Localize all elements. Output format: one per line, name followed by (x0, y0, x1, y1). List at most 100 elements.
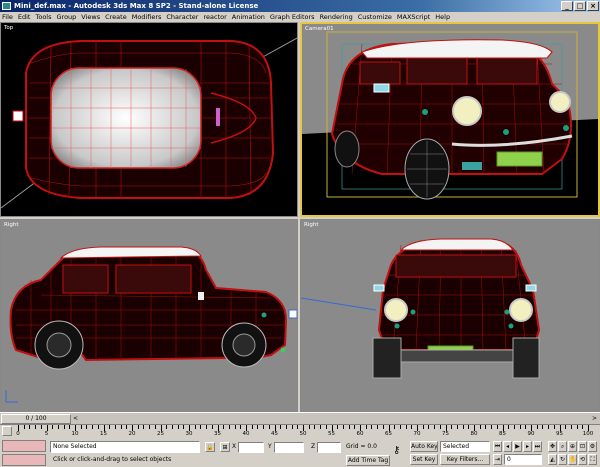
key-mode-toggle-icon[interactable]: ⇥ (493, 454, 502, 465)
x-coordinate-field[interactable] (238, 442, 264, 453)
close-button[interactable]: × (587, 1, 599, 11)
goto-end-icon[interactable]: ⏭ (533, 441, 542, 452)
menu-modifiers[interactable]: Modifiers (132, 12, 162, 22)
ruler-tick (29, 425, 31, 429)
viewport-right[interactable]: Right (0, 219, 298, 412)
zoom-all-icon[interactable]: ⊕ (568, 441, 577, 452)
ruler-tick (548, 425, 550, 429)
ruler-tick-label: 70 (413, 431, 421, 437)
maximize-button[interactable]: □ (574, 1, 586, 11)
pan-icon[interactable]: ✥ (548, 441, 557, 452)
menu-character[interactable]: Character (166, 12, 198, 22)
goto-start-icon[interactable]: ⏮ (493, 441, 502, 452)
current-frame-field[interactable]: 0 (504, 454, 542, 465)
ruler-tick (462, 425, 464, 429)
ruler-tick (536, 425, 538, 429)
menu-group[interactable]: Group (57, 12, 77, 22)
time-slider[interactable]: 0 / 100 < > (0, 412, 600, 424)
ruler-tick (228, 425, 230, 429)
orbit-icon[interactable]: ⟲ (578, 454, 587, 465)
ruler-tick (576, 425, 578, 429)
ruler-tick (92, 425, 94, 429)
viewport-label-right[interactable]: Right (4, 222, 18, 228)
ruler-tick (371, 425, 373, 429)
menu-file[interactable]: File (2, 12, 13, 22)
time-config-icon[interactable]: ⚙ (588, 441, 597, 452)
menu-create[interactable]: Create (105, 12, 127, 22)
ruler-tick-label: 80 (470, 431, 478, 437)
time-slider-prev[interactable]: < (73, 415, 78, 423)
viewport-label-top[interactable]: Top (4, 25, 13, 31)
menu-edit[interactable]: Edit (18, 12, 31, 22)
ruler-tick (542, 425, 544, 429)
viewport-top[interactable]: Top (0, 22, 298, 217)
maxscript-listener-mini-output[interactable] (2, 454, 46, 466)
prev-frame-icon[interactable]: ◂ (503, 441, 512, 452)
ruler-tick-label: 5 (44, 431, 49, 437)
ruler-tick-label: 55 (328, 431, 335, 437)
menu-graph-editors[interactable]: Graph Editors (270, 12, 315, 22)
y-coordinate-field[interactable] (274, 442, 304, 453)
ruler-tick (52, 425, 54, 429)
time-slider-thumb[interactable]: 0 / 100 (1, 414, 71, 424)
arc-rotate-icon[interactable]: ↻ (558, 454, 567, 465)
ruler-tick (280, 425, 282, 429)
set-key-button[interactable]: Set Key (410, 454, 438, 465)
y-label: Y (268, 443, 272, 450)
ruler-tick-label: 75 (442, 431, 449, 437)
time-slider-next[interactable]: > (592, 415, 597, 423)
auto-key-button[interactable]: Auto Key (410, 441, 438, 452)
ruler-tick (342, 425, 344, 429)
camera-view-car-wireframe (302, 31, 598, 215)
viewport-front[interactable]: Right (300, 219, 600, 412)
viewport-camera[interactable]: Camera01 (300, 22, 600, 217)
ruler-tick (428, 425, 430, 429)
truck-icon[interactable]: ✋ (568, 454, 577, 465)
z-coordinate-field[interactable] (317, 442, 341, 453)
ruler-tick (200, 425, 202, 429)
key-filters-button[interactable]: Key Filters... (440, 454, 490, 465)
ruler-tick (206, 425, 208, 429)
menu-tools[interactable]: Tools (35, 12, 51, 22)
play-icon[interactable]: ▶ (513, 441, 522, 452)
menu-maxscript[interactable]: MAXScript (397, 12, 430, 22)
ruler-tick (496, 425, 498, 429)
ruler-tick (348, 425, 350, 429)
menu-customize[interactable]: Customize (358, 12, 392, 22)
menu-views[interactable]: Views (81, 12, 100, 22)
zoom-icon[interactable]: ⌕ (558, 441, 567, 452)
field-of-view-icon[interactable]: ◭ (548, 454, 557, 465)
absolute-mode-icon[interactable]: ⊞ (220, 442, 230, 452)
ruler-tick (240, 425, 242, 429)
maximize-viewport-icon[interactable]: ⛶ (588, 454, 597, 465)
ruler-tick (251, 425, 253, 429)
minimize-button[interactable]: _ (561, 1, 573, 11)
ruler-tick (109, 425, 111, 429)
ruler-tick (485, 425, 487, 429)
viewport-label-front[interactable]: Right (304, 222, 318, 228)
ruler-tick (456, 425, 458, 429)
key-mode-icon[interactable] (2, 426, 12, 436)
ruler-tick (377, 425, 379, 429)
ruler-tick (86, 425, 88, 429)
menu-help[interactable]: Help (435, 12, 450, 22)
viewport-label-camera[interactable]: Camera01 (305, 26, 334, 32)
menu-animation[interactable]: Animation (232, 12, 265, 22)
add-time-tag-button[interactable]: Add Time Tag (346, 455, 390, 466)
ruler-tick-label: 95 (556, 431, 563, 437)
ruler-tick (405, 425, 407, 429)
ruler-tick (183, 425, 185, 429)
ruler-tick (223, 425, 225, 429)
ruler-tick (491, 425, 493, 429)
menu-reactor[interactable]: reactor (203, 12, 226, 22)
top-view-car-wireframe (1, 37, 297, 209)
key-mode-dropdown[interactable]: Selected (440, 441, 490, 452)
ruler-tick (57, 425, 59, 429)
lock-selection-icon[interactable]: 🔒 (205, 442, 215, 452)
menu-rendering[interactable]: Rendering (320, 12, 353, 22)
maxscript-listener-mini[interactable] (2, 440, 46, 452)
ruler-tick (171, 425, 173, 429)
next-frame-icon[interactable]: ▸ (523, 441, 532, 452)
zoom-extents-icon[interactable]: ⊡ (578, 441, 587, 452)
track-bar[interactable]: 0 5 10 15 20 25 30 35 40 45 50 55 60 65 70 75 80 85 90 95 10… (0, 424, 600, 438)
